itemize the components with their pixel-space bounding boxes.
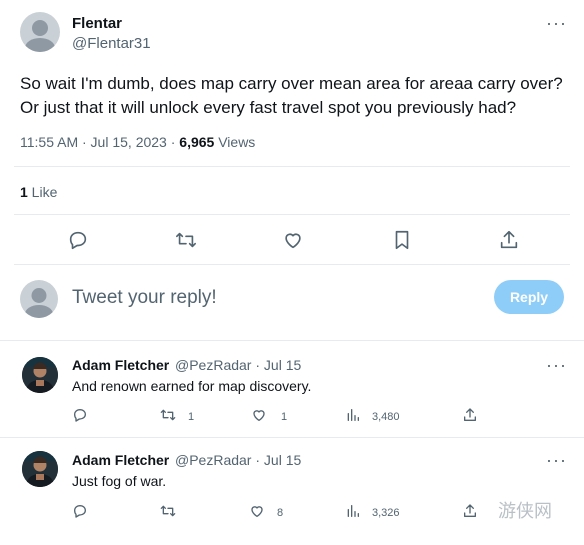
reply-author-name[interactable]: Adam Fletcher xyxy=(72,357,169,373)
divider xyxy=(14,264,570,265)
share-icon[interactable] xyxy=(498,229,520,251)
reply-icon[interactable] xyxy=(72,407,88,423)
more-horizontal-icon[interactable]: ··· xyxy=(546,451,567,469)
views-count: 3,480 xyxy=(372,411,400,423)
likes-label: Like xyxy=(27,184,58,200)
more-horizontal-icon[interactable]: ··· xyxy=(546,356,567,374)
bookmark-icon[interactable] xyxy=(391,229,413,251)
divider xyxy=(0,340,584,341)
reply-author-name[interactable]: Adam Fletcher xyxy=(72,452,169,468)
author-name[interactable]: Flentar xyxy=(72,15,122,32)
reply-author-avatar[interactable] xyxy=(22,451,58,487)
divider xyxy=(14,214,570,215)
views-count: 6,965 xyxy=(179,134,215,150)
reply-icon[interactable] xyxy=(72,503,88,519)
reply-input[interactable]: Tweet your reply! xyxy=(72,287,217,309)
reply-text: And renown earned for map discovery. xyxy=(72,378,312,394)
views-label: Views xyxy=(214,134,256,150)
like-count: 1 xyxy=(281,411,288,423)
tweet-meta: 11:55 AM · Jul 15, 2023 · 6,965 Views xyxy=(20,134,255,150)
reply-text: Just fog of war. xyxy=(72,473,167,489)
like-icon[interactable] xyxy=(251,407,267,423)
share-icon[interactable] xyxy=(462,407,478,423)
retweet-icon[interactable] xyxy=(159,407,177,423)
profile-photo xyxy=(22,357,58,393)
retweet-count: 1 xyxy=(188,411,195,423)
like-count: 8 xyxy=(277,507,284,519)
views-count: 3,326 xyxy=(372,507,400,519)
views-icon[interactable] xyxy=(345,503,361,519)
reply-button[interactable]: Reply xyxy=(494,280,564,314)
retweet-icon[interactable] xyxy=(159,503,177,519)
reply-author-handle[interactable]: @PezRadar · Jul 15 xyxy=(175,357,301,373)
site-watermark: 游侠网 xyxy=(498,501,552,521)
likes-count: 1 xyxy=(20,184,28,200)
reply-author-avatar[interactable] xyxy=(22,357,58,393)
author-handle[interactable]: @Flentar31 xyxy=(72,35,151,52)
retweet-icon[interactable] xyxy=(174,229,198,251)
reply-icon[interactable] xyxy=(67,229,89,251)
like-icon[interactable] xyxy=(282,229,304,251)
more-horizontal-icon[interactable]: ··· xyxy=(546,14,567,32)
tweet-text: So wait I'm dumb, does map carry over me… xyxy=(20,74,563,117)
divider xyxy=(14,166,570,167)
reply-author-handle[interactable]: @PezRadar · Jul 15 xyxy=(175,452,301,468)
like-icon[interactable] xyxy=(249,503,265,519)
author-avatar[interactable] xyxy=(20,12,60,52)
tweet-timestamp[interactable]: 11:55 AM · Jul 15, 2023 · xyxy=(20,134,179,150)
profile-photo xyxy=(22,451,58,487)
share-icon[interactable] xyxy=(462,503,478,519)
likes-stat[interactable]: 1 Like xyxy=(20,184,57,200)
views-icon[interactable] xyxy=(345,407,361,423)
current-user-avatar xyxy=(20,280,58,318)
divider xyxy=(0,437,584,438)
